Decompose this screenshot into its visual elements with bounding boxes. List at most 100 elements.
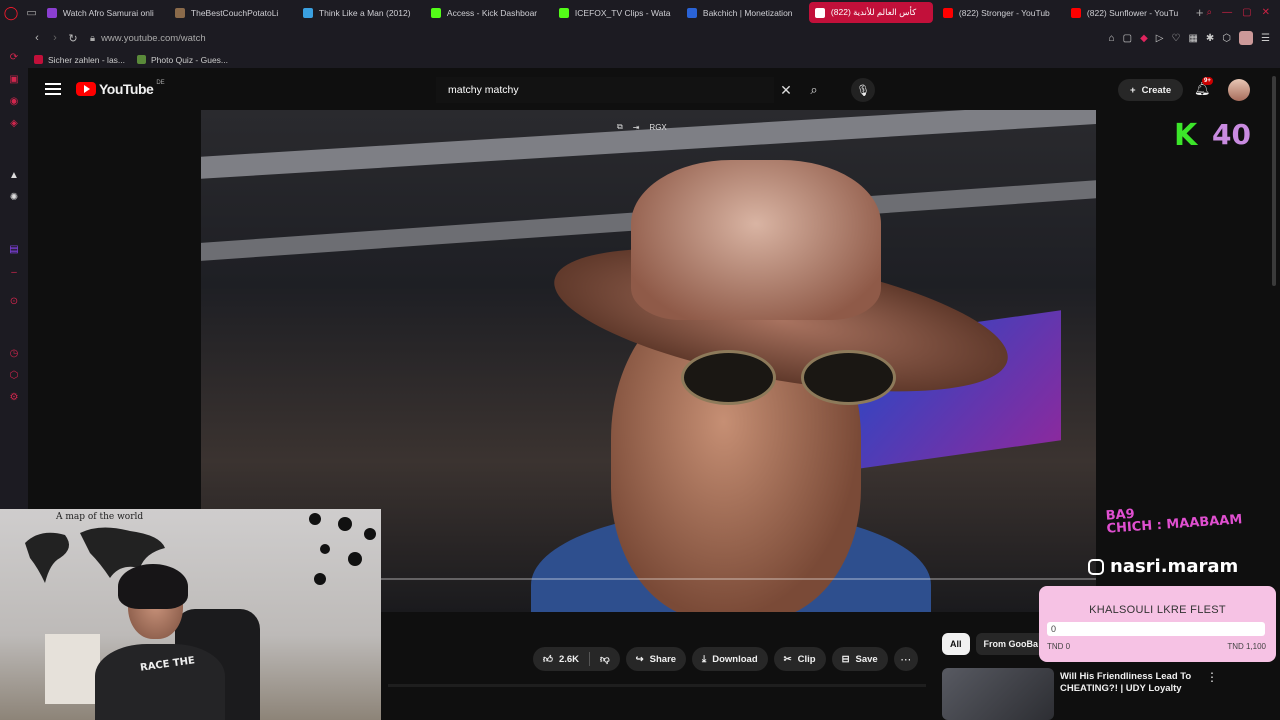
more-actions-icon[interactable]: ⋯ xyxy=(893,647,918,671)
browser-tab[interactable]: Think Like a Man (2012) xyxy=(297,2,421,23)
profile-avatar[interactable] xyxy=(1239,31,1254,45)
tab-favicon-icon xyxy=(174,7,185,18)
share-icon: ↪ xyxy=(635,653,644,665)
clear-search-icon[interactable]: ✕ xyxy=(774,82,798,99)
instagram-text: nasri.maram xyxy=(1110,556,1239,577)
snapshot-icon[interactable]: ⌂ xyxy=(1109,33,1115,44)
opera-logo-icon[interactable]: ◯ xyxy=(0,0,22,25)
share-button[interactable]: ↪ Share xyxy=(625,647,687,671)
video-frame-shape xyxy=(201,110,1096,180)
briefcase-icon[interactable]: ▣ xyxy=(7,72,21,86)
plus-icon: + xyxy=(1130,84,1136,96)
back-icon[interactable]: ‹ xyxy=(28,32,46,44)
close-window-icon[interactable]: ✕ xyxy=(1262,7,1270,18)
save-button[interactable]: ⊟ Save xyxy=(831,647,888,671)
url-field[interactable]: 🔒︎ www.youtube.com/watch xyxy=(90,33,206,44)
chip-all[interactable]: All xyxy=(942,633,970,655)
extension-icon[interactable]: ✱ xyxy=(1206,33,1214,44)
history-icon[interactable]: ◷ xyxy=(7,346,21,360)
bookmark-item[interactable]: Photo Quiz - Gues... xyxy=(137,55,228,65)
tab-label: (822) Stronger - YouTub xyxy=(958,7,1050,18)
wall-map-title: A map of the world xyxy=(56,512,144,522)
settings-icon[interactable]: ⚙ xyxy=(7,390,21,404)
tab-favicon-icon xyxy=(46,7,57,18)
miniplayer-icon[interactable]: ⧉ xyxy=(617,122,623,132)
search-input[interactable] xyxy=(436,77,774,103)
tab-label: Bakchich | Monetization xyxy=(702,7,793,18)
browser-tab[interactable]: كأس العالم للأندية (822) xyxy=(808,2,933,23)
browser-tab[interactable]: Bakchich | Monetization xyxy=(681,2,805,23)
search-tabs-icon[interactable]: ⌕ xyxy=(1207,7,1213,18)
region-code: DE xyxy=(156,80,165,86)
window-controls: ⌕ — ▢ ✕ xyxy=(1207,7,1280,18)
twitch-icon[interactable]: ▤ xyxy=(7,242,21,256)
telegram-icon[interactable]: ◈ xyxy=(7,116,21,130)
new-tab-button[interactable]: + xyxy=(1193,5,1207,20)
tab-label: Access - Kick Dashboar xyxy=(446,7,538,18)
player-top-label: RGX xyxy=(649,122,667,132)
browser-tab[interactable]: (822) Stronger - YouTub xyxy=(937,2,1061,23)
create-label: Create xyxy=(1141,84,1172,96)
streamer-shirt xyxy=(95,644,225,720)
lock-icon: 🔒︎ xyxy=(90,32,96,44)
clip-button[interactable]: ✂ Clip xyxy=(773,647,826,671)
related-title[interactable]: Will His Friendliness Lead To CHEATING?!… xyxy=(1060,671,1200,695)
browser-tab[interactable]: (822) Sunflower - YouTu xyxy=(1065,2,1189,23)
goal-current-value: 0 xyxy=(1051,624,1057,634)
like-count: 2.6K xyxy=(558,653,580,665)
video-frame-shape xyxy=(661,350,911,410)
browser-tab[interactable]: ICEFOX_TV Clips - Wata xyxy=(553,2,677,23)
create-button[interactable]: + Create xyxy=(1118,79,1184,101)
forward-icon[interactable]: › xyxy=(46,32,64,44)
browser-tab[interactable]: TheBestCouchPotatoLi xyxy=(169,2,293,23)
reload-icon[interactable]: ↻ xyxy=(64,32,82,45)
related-video-item[interactable]: Will His Friendliness Lead To CHEATING?!… xyxy=(942,668,1272,720)
search-icon[interactable]: ⌕ xyxy=(798,82,830,98)
notifications-bell-icon[interactable]: 🔔︎ 9+ xyxy=(1194,77,1213,97)
minimize-icon[interactable]: — xyxy=(1222,7,1232,18)
crop-icon[interactable]: ▢ xyxy=(1123,33,1132,44)
related-more-icon[interactable]: ⋮ xyxy=(1206,670,1218,720)
video-progress-bar[interactable] xyxy=(381,578,1096,580)
download-button[interactable]: ⤓ Download xyxy=(692,647,768,671)
chatgpt-icon[interactable]: ✺ xyxy=(7,190,21,204)
tab-islands-icon[interactable]: ▭ xyxy=(22,0,41,25)
aria-icon[interactable]: ⟳ xyxy=(7,50,21,64)
browser-tab[interactable]: Watch Afro Samurai onli xyxy=(41,2,165,23)
menu-icon[interactable]: ☰ xyxy=(1261,33,1270,44)
mic-icon[interactable]: 🎙︎ xyxy=(851,78,875,102)
tab-favicon-icon xyxy=(942,7,953,18)
like-button[interactable]: 👍︎ 2.6K xyxy=(533,647,589,671)
ai-icon[interactable]: ▲ xyxy=(7,168,21,182)
browser-tab[interactable]: Access - Kick Dashboar xyxy=(425,2,549,23)
bookmark-favicon-icon xyxy=(34,55,43,64)
heart-icon[interactable]: ♡ xyxy=(1171,33,1180,44)
player-icon[interactable]: ⊙ xyxy=(7,294,21,308)
dislike-button[interactable]: 👎︎ xyxy=(590,647,620,671)
ba9-overlay: BA9 CHICH : MAABAAM xyxy=(1105,500,1243,537)
bookmarks-bar: Sicher zahlen - las... Photo Quiz - Gues… xyxy=(28,51,1280,68)
extensions-icon[interactable]: ⬡ xyxy=(7,368,21,382)
tab-favicon-icon xyxy=(814,7,825,18)
page-scrollbar[interactable] xyxy=(1272,76,1276,286)
address-bar-tools: ⌂ ▢ ◆ ▷ ♡ ▦ ✱ ⬡ ☰ xyxy=(1109,31,1280,45)
goal-title: KHALSOULI LKRE FLEST xyxy=(1089,604,1226,616)
puzzle-icon[interactable]: ⬡ xyxy=(1222,33,1231,44)
chip-from-channel[interactable]: From GooBa xyxy=(975,633,1047,655)
youtube-logo[interactable]: YouTube DE xyxy=(76,80,165,97)
player-top-controls: ⧉ ⇥ RGX xyxy=(617,122,667,132)
exit-icon[interactable]: ⇥ xyxy=(633,123,640,132)
play-icon[interactable]: ▷ xyxy=(1156,33,1164,44)
tab-label: TheBestCouchPotatoLi xyxy=(190,7,279,18)
messenger-icon[interactable]: ◉ xyxy=(7,94,21,108)
tab-favicon-icon xyxy=(302,7,313,18)
shield-icon[interactable]: ◆ xyxy=(1140,33,1148,44)
hamburger-menu-icon[interactable] xyxy=(45,83,61,95)
bookmark-item[interactable]: Sicher zahlen - las... xyxy=(34,55,125,65)
maximize-icon[interactable]: ▢ xyxy=(1242,7,1251,18)
account-avatar[interactable] xyxy=(1228,79,1250,101)
clip-label: Clip xyxy=(797,653,816,665)
tab-favicon-icon xyxy=(1070,7,1081,18)
vpn-icon[interactable]: ▦ xyxy=(1188,33,1197,44)
related-thumbnail[interactable] xyxy=(942,668,1054,720)
